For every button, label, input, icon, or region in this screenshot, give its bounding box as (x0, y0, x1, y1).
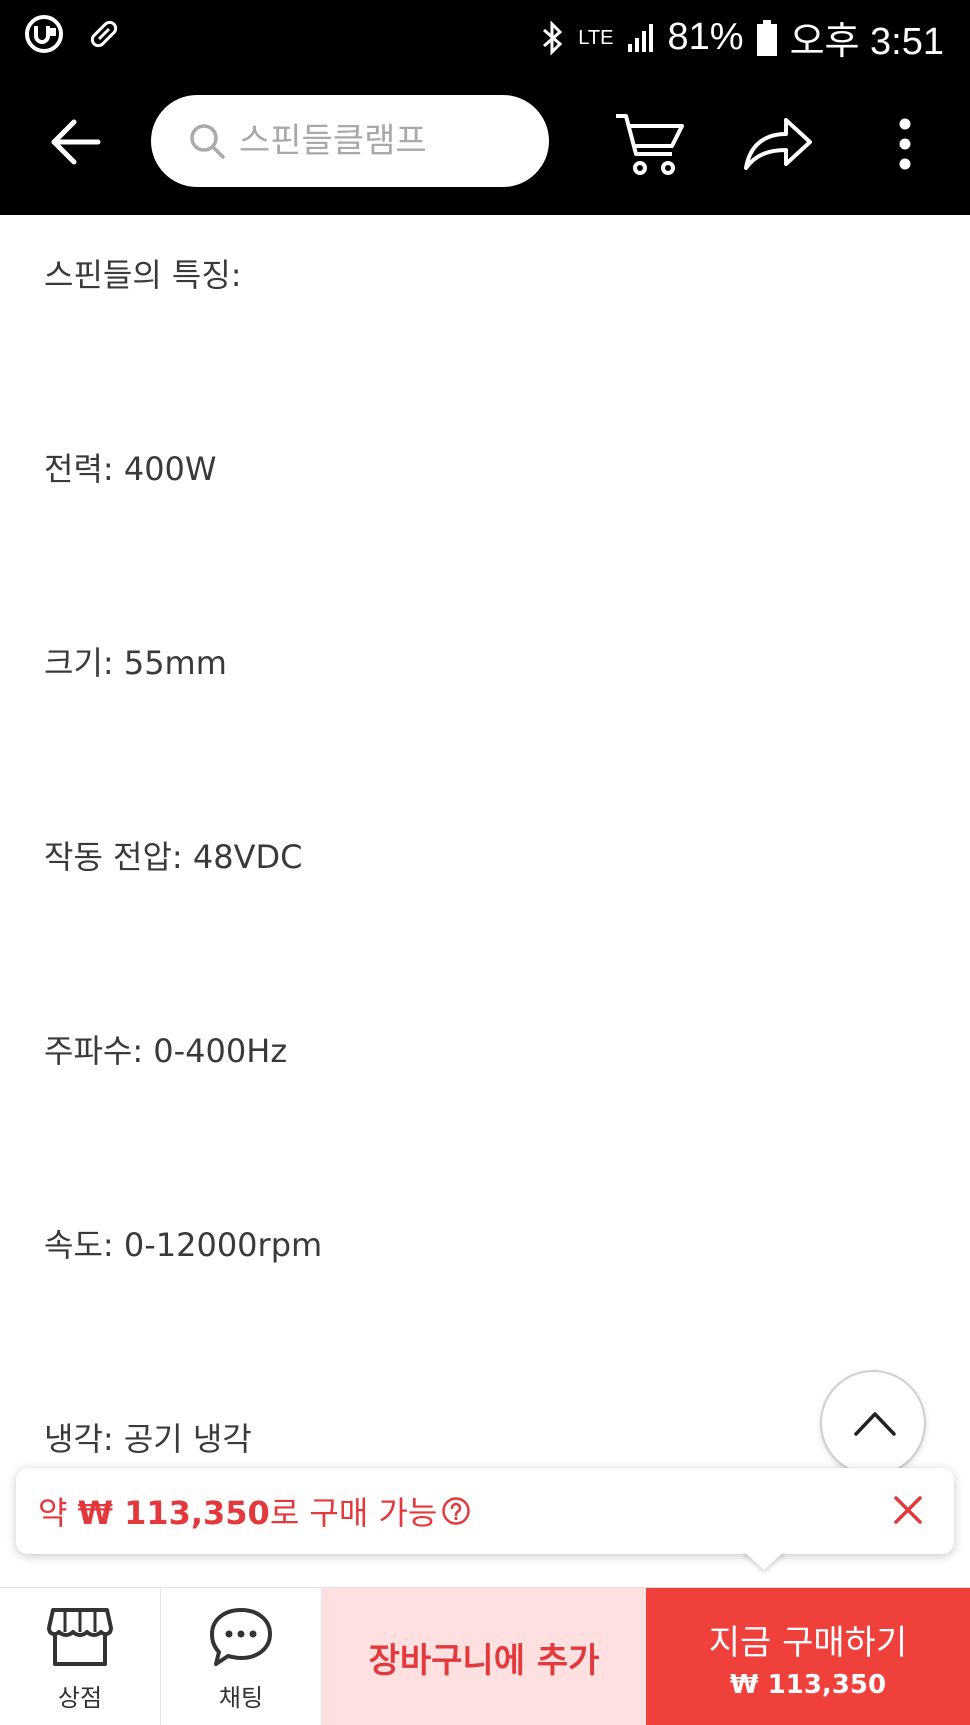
add-to-cart-button[interactable]: 장바구니에 추가 (322, 1588, 646, 1725)
signal-icon (626, 22, 656, 54)
carrier-app-icon (24, 14, 64, 54)
back-button[interactable] (46, 112, 106, 172)
store-button[interactable]: 상점 (0, 1588, 161, 1725)
spec-size: 크기: 55mm (44, 644, 227, 682)
more-button[interactable] (882, 106, 928, 182)
product-description: 스핀들의 특징: 전력: 400W 크기: 55mm 작동 전압: 48VDC … (0, 215, 970, 1465)
price-tooltip-amount: ₩ 113,350 (77, 1494, 270, 1532)
network-type: LTE (578, 26, 614, 49)
battery-icon (756, 19, 778, 57)
scroll-to-top-button[interactable] (820, 1370, 926, 1476)
price-tooltip-text: 약 ₩ 113,350로 구매 가능 (38, 1488, 471, 1534)
bottom-action-bar: 상점 채팅 장바구니에 추가 지금 구매하기 ₩ 113,350 (0, 1587, 970, 1725)
store-icon (47, 1608, 113, 1666)
chat-bubble-icon (210, 1608, 272, 1666)
bluetooth-icon (540, 19, 566, 56)
chat-button[interactable]: 채팅 (161, 1588, 322, 1725)
close-icon (894, 1496, 922, 1524)
status-left-icons (24, 14, 122, 54)
top-toolbar (0, 70, 970, 215)
spec-cooling: 냉각: 공기 냉각 (44, 1420, 252, 1458)
cart-button[interactable] (612, 106, 688, 182)
search-box[interactable] (151, 95, 549, 187)
cart-icon (616, 114, 684, 175)
add-to-cart-label: 장바구니에 추가 (368, 1640, 600, 1681)
spec-heading: 스핀들의 특징: (44, 256, 242, 294)
back-arrow-icon (51, 119, 101, 165)
price-tooltip-suffix: 로 구매 가능 (269, 1494, 438, 1532)
chevron-up-icon (854, 1412, 896, 1436)
chat-label: 채팅 (218, 1684, 264, 1712)
buy-now-price: ₩ 113,350 (729, 1669, 887, 1700)
help-circle-icon[interactable] (441, 1496, 471, 1534)
share-button[interactable] (740, 106, 816, 182)
price-tooltip: 약 ₩ 113,350로 구매 가능 (16, 1468, 954, 1554)
battery-percent: 81% (667, 16, 744, 58)
status-bar: LTE 81% 오후 3:51 (0, 0, 970, 70)
price-tooltip-close-button[interactable] (890, 1492, 926, 1528)
more-vertical-icon (899, 118, 911, 170)
spec-frequency: 주파수: 0-400Hz (44, 1032, 288, 1070)
share-icon (744, 118, 812, 170)
price-tooltip-prefix: 약 (38, 1494, 78, 1532)
buy-now-button[interactable]: 지금 구매하기 ₩ 113,350 (646, 1588, 970, 1725)
store-label: 상점 (57, 1684, 103, 1712)
buy-now-label: 지금 구매하기 (708, 1622, 908, 1663)
pill-icon (86, 16, 122, 52)
spec-power: 전력: 400W (44, 450, 217, 488)
search-icon (190, 124, 225, 159)
status-right-icons: LTE 81% 오후 3:51 (540, 10, 944, 65)
search-input[interactable] (239, 121, 519, 161)
spec-voltage: 작동 전압: 48VDC (44, 838, 303, 876)
clock: 오후 3:51 (789, 21, 944, 63)
price-tooltip-pointer (742, 1550, 786, 1570)
spec-speed: 속도: 0-12000rpm (44, 1226, 323, 1264)
